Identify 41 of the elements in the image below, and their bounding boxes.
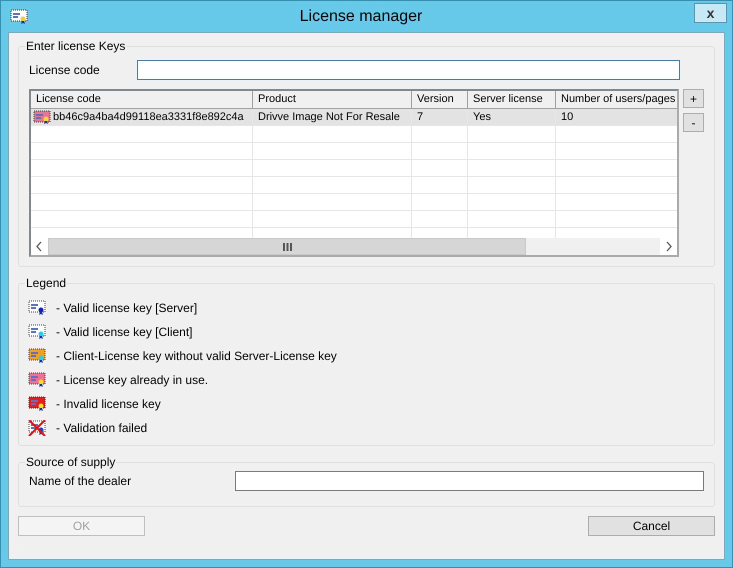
certificate-icon [28,396,46,412]
column-header[interactable]: Number of users/pages [556,91,677,108]
certificate-icon [28,420,46,436]
legend-text: - Valid license key [Client] [56,325,192,339]
legend-text: - Valid license key [Server] [56,301,198,315]
close-button[interactable]: x [694,2,727,22]
column-header[interactable]: Server license [468,91,556,108]
license-code-field[interactable] [137,60,680,80]
column-header[interactable]: Version [412,91,468,108]
certificate-icon [28,324,46,340]
table-cell: 10 [561,111,574,123]
remove-button[interactable]: - [683,113,704,132]
table-cell: Yes [473,111,491,123]
certificate-icon [33,110,51,124]
chevron-right-icon[interactable] [660,238,677,255]
group-title: Source of supply [25,455,116,469]
certificate-icon [10,8,28,24]
dialog-button[interactable]: Cancel [588,516,715,536]
field-label: License code [29,63,101,77]
legend-text: - Client-License key without valid Server-License key [56,349,337,363]
certificate-icon [28,348,46,364]
legend-text: - License key already in use. [56,373,208,387]
legend-text: - Validation failed [56,421,148,435]
certificate-icon [28,300,46,316]
table-cell: Drivve Image Not For Resale [258,111,400,123]
column-header[interactable]: Product [253,91,412,108]
legend-text: - Invalid license key [56,397,161,411]
table-cell: bb46c9a4ba4d99118ea3331f8e892c4a [53,111,244,123]
field-label: Name of the dealer [29,474,132,488]
table-cell: 7 [417,111,424,123]
column-header[interactable]: License code [31,91,253,108]
grip-icon[interactable] [282,242,292,250]
group-title: Legend [25,276,68,290]
horizontal-scrollbar[interactable] [31,238,677,255]
add-button[interactable]: + [683,89,704,108]
dealer-name-field[interactable] [235,471,704,491]
chevron-left-icon[interactable] [31,238,48,255]
table-row[interactable]: bb46c9a4ba4d99118ea3331f8e892c4a Drivve Image Not For Resale 7 Yes 10 [31,109,677,126]
group-title: Enter license Keys [25,39,126,53]
certificate-icon [28,372,46,388]
window-title: License manager [298,8,424,26]
